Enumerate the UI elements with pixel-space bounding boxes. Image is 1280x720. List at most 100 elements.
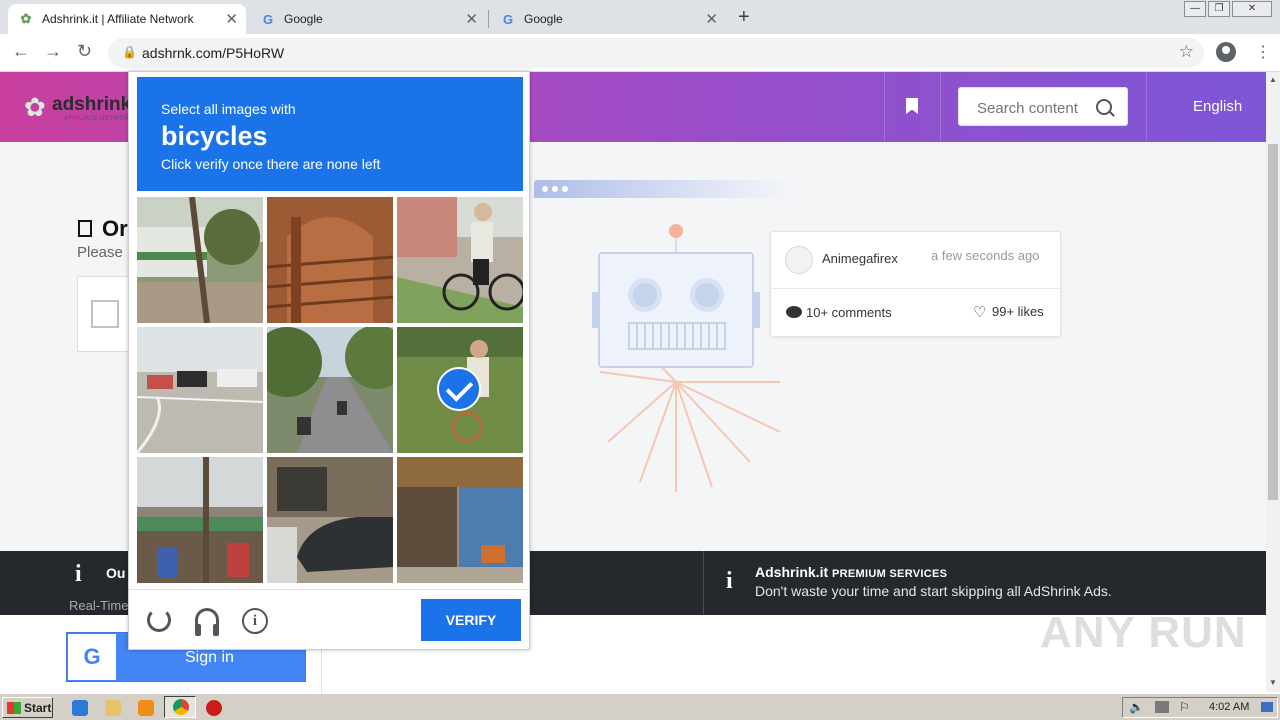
close-tab-icon[interactable]: ✕ <box>465 10 478 28</box>
search-box[interactable] <box>958 87 1128 126</box>
header-divider <box>1146 72 1147 142</box>
tab-divider <box>488 10 489 28</box>
network-icon[interactable] <box>1155 701 1169 713</box>
recaptcha-checkbox[interactable] <box>91 300 119 328</box>
taskbar-chrome-button[interactable] <box>164 696 196 718</box>
info-icon: i <box>726 568 733 594</box>
system-tray: 🔈 ⚐ 4:02 AM <box>1122 697 1278 718</box>
search-icon[interactable] <box>1096 99 1112 115</box>
verify-button[interactable]: VERIFY <box>421 599 521 641</box>
tile-parked-car[interactable] <box>267 457 393 583</box>
heart-icon: ♡ <box>973 304 987 321</box>
new-tab-button[interactable]: + <box>738 6 750 29</box>
language-selector[interactable]: English <box>1193 98 1242 115</box>
band-left-title: Ou <box>106 565 126 581</box>
tab-title: Adshrink.it | Affiliate Network <box>42 12 194 26</box>
search-input[interactable] <box>975 99 1095 118</box>
checkbox-glyph <box>78 220 92 237</box>
tile-market-stall[interactable] <box>137 457 263 583</box>
start-button[interactable]: Start <box>2 697 53 718</box>
tile-scooters-road[interactable] <box>267 327 393 453</box>
tile-shop-front[interactable] <box>397 457 523 583</box>
likes-count: 99+ likes <box>992 304 1044 319</box>
google-g-icon: G <box>68 634 116 680</box>
page-scrollbar[interactable]: ▲ ▼ <box>1266 72 1280 692</box>
challenge-header: Select all images with bicycles Click ve… <box>137 77 523 191</box>
forward-arrow-icon[interactable]: → <box>44 41 62 62</box>
challenge-hint: Click verify once there are none left <box>161 156 381 172</box>
windows-taskbar: Start 🔈 ⚐ 4:02 AM <box>0 693 1280 720</box>
restore-window-button[interactable]: ❐ <box>1208 1 1230 17</box>
tile-cyclist-grass[interactable] <box>397 327 523 453</box>
challenge-footer-divider <box>129 589 529 590</box>
close-tab-icon[interactable]: ✕ <box>225 10 238 28</box>
url-text: adshrnk.com/P5HoRW <box>142 45 285 61</box>
lock-icon: 🔒 <box>122 45 137 59</box>
profile-avatar-icon[interactable] <box>1216 42 1236 62</box>
volume-icon[interactable]: 🔈 <box>1129 700 1144 714</box>
chrome-icon <box>173 699 189 715</box>
activity-timestamp: a few seconds ago <box>931 248 1040 263</box>
google-g-icon: G <box>262 11 274 27</box>
audio-challenge-icon[interactable] <box>195 608 219 636</box>
scroll-up-arrow-icon[interactable]: ▲ <box>1269 75 1277 84</box>
adshrink-bird-icon: ✿ <box>20 11 32 26</box>
bookmark-icon[interactable] <box>906 98 918 114</box>
robot-antenna-light <box>669 224 683 238</box>
bookmark-star-icon[interactable]: ☆ <box>1179 42 1194 62</box>
close-window-button[interactable]: ✕ <box>1232 1 1272 17</box>
premium-services-title: Adshrink.it PREMIUM SERVICES <box>755 564 947 580</box>
premium-services-label: PREMIUM SERVICES <box>832 568 948 580</box>
tile-brick-wall[interactable] <box>267 197 393 323</box>
browser-menu-icon[interactable]: ⋮ <box>1255 42 1271 62</box>
comment-icon <box>786 306 802 318</box>
page-heading: Or <box>102 216 128 241</box>
minimize-window-button[interactable]: — <box>1184 1 1206 17</box>
challenge-target-object: bicycles <box>161 121 268 151</box>
browser-toolbar: ← → ↻ 🔒 adshrnk.com/P5HoRW ☆ <box>0 34 1280 72</box>
card-divider <box>771 288 1060 289</box>
tile-intersection[interactable] <box>137 327 263 453</box>
back-arrow-icon[interactable]: ← <box>12 41 30 62</box>
anyrun-watermark: ANY RUN <box>1040 608 1247 657</box>
header-divider <box>940 72 941 142</box>
tab-google-2[interactable]: G Google ✕ <box>490 4 726 34</box>
browser-tab-strip: ✿ Adshrink.it | Affiliate Network ✕ G Go… <box>0 0 1280 34</box>
band-left-subtitle: Real-Time <box>69 598 129 613</box>
tile-bus-street[interactable] <box>137 197 263 323</box>
reload-challenge-icon[interactable] <box>147 608 171 632</box>
internet-explorer-icon[interactable] <box>72 700 88 716</box>
help-info-icon[interactable]: i <box>242 608 268 634</box>
challenge-instruction: Select all images with <box>161 101 296 117</box>
tab-adshrink[interactable]: ✿ Adshrink.it | Affiliate Network ✕ <box>8 4 246 34</box>
show-desktop-icon[interactable] <box>1261 702 1273 712</box>
robot-mouth <box>628 322 726 350</box>
scroll-down-arrow-icon[interactable]: ▼ <box>1269 678 1277 687</box>
avatar <box>785 246 813 274</box>
google-g-icon: G <box>502 11 514 27</box>
media-player-icon[interactable] <box>138 700 154 716</box>
flag-icon[interactable]: ⚐ <box>1179 700 1190 714</box>
tab-google-1[interactable]: G Google ✕ <box>250 4 486 34</box>
address-bar[interactable]: 🔒 adshrnk.com/P5HoRW ☆ <box>108 38 1204 68</box>
start-label: Start <box>24 700 52 715</box>
close-tab-icon[interactable]: ✕ <box>705 10 718 28</box>
reload-icon[interactable]: ↻ <box>77 41 92 62</box>
windows-logo-icon <box>7 701 21 714</box>
recaptcha-challenge: Select all images with bicycles Click ve… <box>128 71 530 650</box>
activity-username[interactable]: Animegafirex <box>822 251 898 266</box>
header-divider <box>884 72 885 142</box>
scrollbar-thumb[interactable] <box>1268 144 1278 500</box>
site-logo-subtitle: AFFILIATE NETWORK <box>64 116 135 122</box>
adshrink-bird-icon: ✿ <box>24 92 46 122</box>
premium-services-text: Don't waste your time and start skipping… <box>755 583 1112 599</box>
taskbar-clock: 4:02 AM <box>1209 701 1250 713</box>
band-divider <box>703 551 704 615</box>
tab-title: Google <box>524 12 563 26</box>
signin-label: Sign in <box>185 649 234 666</box>
opera-icon[interactable] <box>206 700 222 716</box>
tile-cyclist[interactable] <box>397 197 523 323</box>
selected-check-icon <box>437 367 481 411</box>
page-instruction: Please <box>77 244 123 261</box>
folder-icon[interactable] <box>105 700 121 716</box>
